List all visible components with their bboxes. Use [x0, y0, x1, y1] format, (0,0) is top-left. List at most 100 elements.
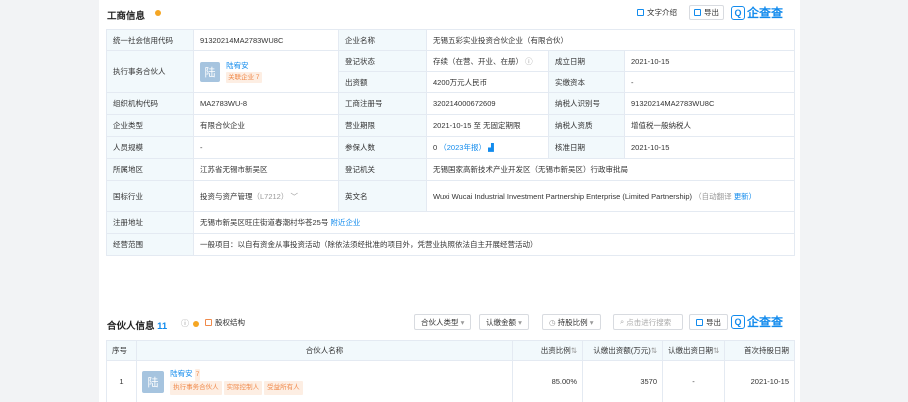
term-value: 2021-10-15 至 无固定期限: [426, 114, 549, 137]
filter-share-ratio[interactable]: ◷ 持股比例 ▾: [542, 314, 601, 330]
address-label: 注册地址: [106, 211, 194, 234]
paid-capital-label: 实缴资本: [548, 71, 625, 93]
partner-avatar: 陆: [200, 61, 220, 82]
section-title: 工商信息: [107, 11, 146, 22]
text-icon: [637, 9, 644, 16]
update-translation-link[interactable]: 更新）: [734, 192, 757, 201]
address-value: 无锡市新吴区旺庄街道春潮村华苍25号 附近企业: [192, 211, 796, 234]
col-first-date: 首次持股日期: [724, 340, 795, 361]
tag-beneficial-owner: 受益所有人: [264, 381, 303, 395]
partner-section-title: 合伙人信息 11: [107, 321, 168, 332]
english-name-label: 英文名: [338, 180, 427, 212]
col-amount[interactable]: 认缴出资额(万元)⇅: [582, 340, 663, 361]
partner-count: 11: [157, 321, 168, 332]
reg-no-value: 320214000672609: [426, 92, 549, 115]
tag-exec-partner: 执行事务合伙人: [170, 381, 222, 395]
filter-subscribed-amount[interactable]: 认缴金额 ▾: [479, 314, 529, 330]
clock-icon: ◷: [549, 317, 558, 327]
authority-label: 登记机关: [338, 158, 427, 181]
annual-report-link[interactable]: （2023年报）: [439, 143, 486, 152]
related-company-tag[interactable]: 关联企业 7: [226, 72, 262, 83]
col-partner-name: 合伙人名称: [136, 340, 513, 361]
equity-structure-button[interactable]: 股权结构: [205, 315, 245, 330]
authority-value: 无锡国家高新技术产业开发区（无锡市新吴区）行政审批局: [425, 158, 796, 181]
help-icon[interactable]: ⓘ: [181, 318, 189, 329]
industry-label: 国标行业: [106, 180, 194, 212]
sort-icon: ⇅: [570, 346, 577, 355]
staff-value: -: [193, 136, 339, 159]
org-code-value: MA2783WU-8: [193, 92, 339, 115]
qcc-logo-icon: Q: [731, 5, 745, 20]
qcc-logo-icon: Q: [731, 314, 745, 329]
col-index: 序号: [106, 340, 137, 361]
text-intro-button[interactable]: 文字介绍: [637, 5, 677, 20]
reg-no-label: 工商注册号: [338, 92, 427, 115]
insured-label: 参保人数: [338, 136, 427, 159]
business-info-header: 工商信息 文字介绍 导出 Q 企查查: [99, 0, 800, 26]
first-date-value: 2021-10-15: [724, 360, 795, 402]
business-info-table: 统一社会信用代码 91320214MA2783WU8C 企业名称 无锡五彩实业投…: [106, 29, 796, 256]
company-type-label: 企业类型: [106, 114, 194, 137]
reg-status-value: 存续（在营、开业、在册） ⓘ: [426, 50, 549, 72]
english-name-value: Wuxi Wucai Industrial Investment Partner…: [425, 180, 796, 212]
partner-name-link[interactable]: 陆宥安: [170, 369, 193, 378]
caret-down-icon: ▾: [458, 317, 465, 327]
company-name-value: 无锡五彩实业投资合伙企业（有限合伙）: [425, 29, 796, 51]
export-icon: [694, 9, 701, 16]
qcc-logo: Q 企查查: [731, 4, 783, 21]
filter-partner-type[interactable]: 合伙人类型 ▾: [414, 314, 472, 330]
nearby-companies-link[interactable]: 附近企业: [330, 218, 360, 227]
export-icon: [696, 318, 703, 326]
help-icon[interactable]: ⓘ: [525, 57, 533, 66]
taxpayer-qual-value: 增值税一般纳税人: [623, 114, 796, 137]
partner-cell: 陆 陆宥安 7 执行事务合伙人 实际控制人 受益所有人: [136, 360, 513, 402]
ratio-value: 85.00%: [512, 360, 583, 402]
region-value: 江苏省无锡市新吴区: [193, 158, 339, 181]
partner-avatar: 陆: [142, 370, 164, 393]
sub-date-value: -: [662, 360, 725, 402]
company-info-panel: 工商信息 文字介绍 导出 Q 企查查 统一社会信用代码 91320214MA27…: [99, 0, 800, 402]
paid-capital-value: -: [623, 71, 796, 93]
equity-icon: [205, 319, 212, 326]
col-sub-date[interactable]: 认缴出资日期⇅: [662, 340, 725, 361]
row-index: 1: [106, 360, 137, 402]
exec-partner-cell: 陆 陆宥安 关联企业 7: [193, 50, 339, 93]
company-name-label: 企业名称: [338, 29, 427, 51]
term-label: 营业期限: [338, 114, 427, 137]
partner-export-button[interactable]: 导出: [689, 314, 728, 330]
credit-code-label: 统一社会信用代码: [106, 29, 194, 51]
trend-chart-icon[interactable]: ▟: [488, 143, 494, 152]
chevron-down-icon[interactable]: ﹀: [290, 192, 298, 201]
caret-down-icon: ▾: [516, 317, 522, 327]
partner-table: 序号 合伙人名称 出资比例⇅ 认缴出资额(万元)⇅ 认缴出资日期⇅ 首次持股日期…: [106, 340, 795, 402]
sort-icon: ⇅: [713, 346, 720, 355]
industry-value[interactable]: 投资与资产管理（L7212） ﹀: [193, 180, 339, 212]
scope-label: 经营范围: [106, 233, 194, 256]
org-code-label: 组织机构代码: [106, 92, 194, 115]
capital-label: 出资额: [338, 71, 427, 93]
related-count-tag[interactable]: 7: [194, 369, 201, 381]
company-type-value: 有限合伙企业: [193, 114, 339, 137]
taxpayer-qual-label: 纳税人资质: [548, 114, 625, 137]
export-button[interactable]: 导出: [689, 5, 724, 20]
est-date-label: 成立日期: [548, 50, 625, 72]
staff-label: 人员规模: [106, 136, 194, 159]
tag-actual-controller: 实际控制人: [223, 381, 263, 395]
est-date-value: 2021-10-15: [623, 50, 796, 72]
sort-icon: ⇅: [650, 346, 657, 355]
caret-down-icon: ▾: [587, 317, 594, 327]
info-badge-icon: [155, 10, 161, 16]
col-ratio[interactable]: 出资比例⇅: [512, 340, 583, 361]
approve-date-label: 核准日期: [548, 136, 625, 159]
insured-value: 0 （2023年报） ▟: [426, 136, 549, 159]
taxpayer-id-value: 91320214MA2783WU8C: [623, 92, 796, 115]
taxpayer-id-label: 纳税人识别号: [548, 92, 625, 115]
scope-value: 一般项目：以自有资金从事投资活动（除依法须经批准的项目外，凭营业执照依法自主开展…: [192, 233, 796, 256]
region-label: 所属地区: [106, 158, 194, 181]
capital-value: 4200万元人民币: [426, 71, 549, 93]
table-row: 1 陆 陆宥安 7 执行事务合伙人 实际控制人 受益所有人 85.00% 3570 …: [106, 360, 795, 402]
amount-value: 3570: [582, 360, 663, 402]
partner-name-link[interactable]: 陆宥安: [226, 61, 249, 70]
exec-partner-label: 执行事务合伙人: [106, 50, 194, 93]
partner-search-input[interactable]: ⌕ 点击进行搜索: [613, 314, 683, 330]
